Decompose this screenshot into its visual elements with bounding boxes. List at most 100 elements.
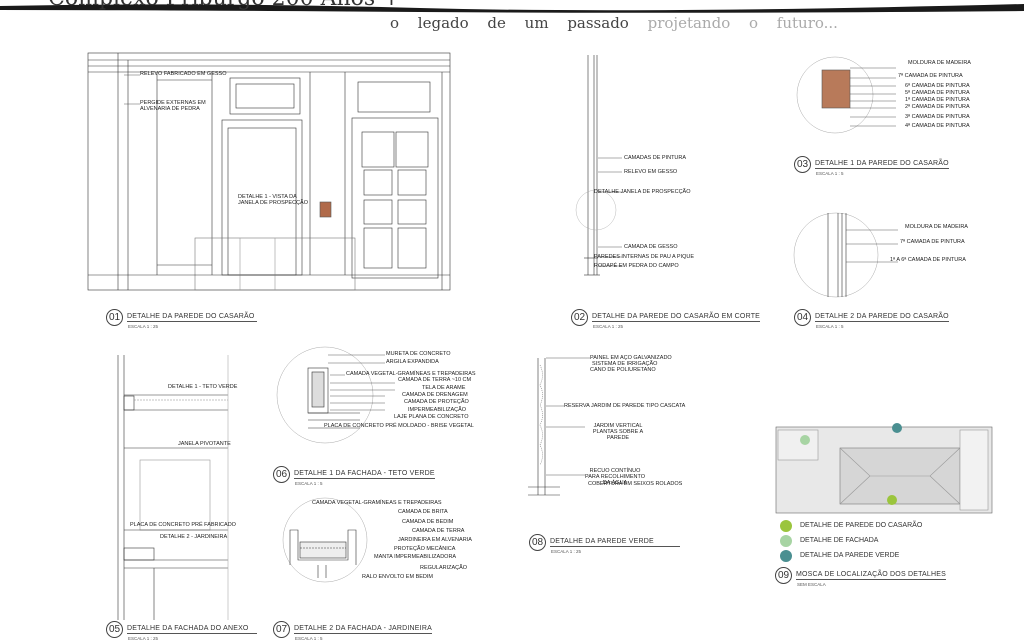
label: CANO DE POLIURETANO	[590, 367, 656, 373]
label: CAMADA VEGETAL-GRAMÍNEAS E TREPADEIRAS	[312, 500, 442, 506]
detail-number: 07	[273, 621, 290, 639]
detail-scale: ESCALA 1 : 5	[295, 481, 323, 486]
label: PLACA DE CONCRETO PRÉ MOLDADO - BRISE VE…	[324, 423, 474, 429]
detail-08-green-wall	[528, 357, 590, 496]
plan-marker-casarao	[887, 495, 897, 505]
detail-02-section	[575, 55, 622, 276]
label: RESERVA JARDIM DE PAREDE TIPO CASCATA	[564, 403, 686, 409]
detail-scale: SEM ESCALA	[797, 582, 826, 587]
label: DETALHE 1 - TETO VERDE	[168, 384, 238, 390]
legend-label: DETALHE DA PAREDE VERDE	[800, 552, 900, 559]
label: JANELA PIVOTANTE	[178, 441, 231, 447]
plan-marker-facade	[800, 435, 810, 445]
label: DETALHE 2 - JARDINEIRA	[160, 534, 228, 540]
detail-title: DETALHE DA PAREDE VERDE	[550, 538, 680, 548]
label: ARGILA EXPANDIDA	[386, 359, 439, 365]
legend-label: DETALHE DE PAREDE DO CASARÃO	[800, 522, 923, 529]
caption-detail-05: 05 DETALHE DA FACHADA DO ANEXO ESCALA 1 :…	[106, 621, 257, 641]
detail-title: MOSCA DE LOCALIZAÇÃO DOS DETALHES	[796, 571, 947, 581]
label: 1ª A 6ª CAMADA DE PINTURA	[890, 257, 966, 263]
detail-number: 09	[775, 567, 792, 585]
detail-05-section	[117, 355, 229, 620]
detail-number: 03	[794, 156, 811, 174]
detail-title: DETALHE 2 DA PAREDE DO CASARÃO	[815, 313, 949, 323]
caption-detail-09: 09 MOSCA DE LOCALIZAÇÃO DOS DETALHES SEM …	[775, 567, 947, 587]
detail-title: DETALHE 1 DA FACHADA - TETO VERDE	[294, 470, 435, 480]
detail-03-circle	[796, 56, 896, 134]
caption-detail-02: 02 DETALHE DA PAREDE DO CASARÃO EM CORTE …	[571, 309, 761, 329]
label: 2ª CAMADA DE PINTURA	[905, 104, 970, 110]
label: 4ª CAMADA DE PINTURA	[905, 123, 970, 129]
label: RODAPÉ EM PEDRA DO CAMPO	[594, 263, 679, 269]
legend-item: DETALHE DA PAREDE VERDE	[780, 548, 922, 563]
detail-scale: ESCALA 1 : 25	[128, 324, 159, 329]
detail-scale: ESCALA 1 : 25	[551, 549, 582, 554]
label: 1ª CAMADA DE PINTURA	[905, 97, 970, 103]
label: CAMADA DE BEDIM	[402, 519, 454, 525]
detail-number: 05	[106, 621, 123, 639]
detail-07-planter	[282, 497, 368, 583]
detail-number: 06	[273, 466, 290, 484]
label: RALO ENVOLTO EM BEDIM	[362, 574, 434, 580]
label: DETALHE 1 - VISTA DA JANELA DE PROSPECÇÃ…	[238, 194, 308, 206]
detail-scale: ESCALA 1 : 25	[593, 324, 624, 329]
detail-title: DETALHE DA PAREDE DO CASARÃO	[127, 313, 257, 323]
caption-detail-01: 01 DETALHE DA PAREDE DO CASARÃO ESCALA 1 …	[106, 309, 257, 329]
label: 5ª CAMADA DE PINTURA	[905, 90, 970, 96]
caption-detail-06: 06 DETALHE 1 DA FACHADA - TETO VERDE ESCA…	[273, 466, 435, 486]
caption-detail-04: 04 DETALHE 2 DA PAREDE DO CASARÃO ESCALA …	[794, 309, 949, 329]
label: MOLDURA DE MADEIRA	[905, 224, 968, 230]
detail-scale: ESCALA 1 : 5	[816, 324, 844, 329]
label: CAMADA DE DRENAGEM	[402, 392, 468, 398]
label: DETALHE JANELA DE PROSPECÇÃO	[594, 189, 691, 195]
label: 3ª CAMADA DE PINTURA	[905, 114, 970, 120]
detail-title: DETALHE 1 DA PAREDE DO CASARÃO	[815, 160, 949, 170]
detail-scale: ESCALA 1 : 25	[128, 636, 159, 641]
caption-detail-08: 08 DETALHE DA PAREDE VERDE ESCALA 1 : 25	[529, 534, 680, 554]
legend-dot	[780, 534, 792, 547]
label: REGULARIZAÇÃO	[420, 565, 468, 571]
label: CAMADA DE TERRA	[412, 528, 465, 534]
location-legend: DETALHE DE PAREDE DO CASARÃO DETALHE DE …	[780, 518, 922, 563]
label: CAMADA DE BRITA	[398, 509, 448, 515]
detail-number: 02	[571, 309, 588, 327]
detail-number: 08	[529, 534, 546, 552]
legend-item: DETALHE DE FACHADA	[780, 533, 922, 548]
label: 6ª CAMADA DE PINTURA	[905, 83, 970, 89]
legend-label: DETALHE DE FACHADA	[800, 537, 879, 544]
detail-scale: ESCALA 1 : 5	[816, 171, 844, 176]
label: PERGIDE EXTERNAS EM ALVENARIA DE PEDRA	[140, 100, 206, 112]
prospection-window-photo	[319, 201, 332, 218]
label: CAMADA DE TERRA ~10 CM	[398, 377, 472, 383]
detail-title: DETALHE DA PAREDE DO CASARÃO EM CORTE	[592, 313, 761, 323]
label: 7ª CAMADA DE PINTURA	[900, 239, 965, 245]
caption-detail-07: 07 DETALHE 2 DA FACHADA - JARDINEIRA ESCA…	[273, 621, 432, 641]
label: CAMADA DE GESSO	[624, 244, 678, 250]
label: LAJE PLANA DE CONCRETO	[394, 414, 469, 420]
label: MURETA DE CONCRETO	[386, 351, 451, 357]
label: PLACA DE CONCRETO PRÉ FABRICADO	[130, 522, 236, 528]
label: CAMADAS DE PINTURA	[624, 155, 687, 161]
label: JARDIM VERTICAL PLANTAS SOBRE A PAREDE	[592, 423, 644, 441]
detail-01-elevation	[87, 52, 451, 291]
label: TELA DE ARAME	[422, 385, 466, 391]
label: IMPERMEABILIZAÇÃO	[408, 407, 467, 413]
detail-04-circle	[793, 212, 898, 298]
legend-dot	[780, 519, 792, 532]
detail-title: DETALHE 2 DA FACHADA - JARDINEIRA	[294, 625, 432, 635]
label: RELEVO EM GESSO	[624, 169, 678, 175]
label: PAREDES INTERNAS DE PAU A PIQUE	[594, 254, 695, 260]
label: MANTA IMPERMEABILIZADORA	[374, 554, 457, 560]
label: CAMADA DE PROTEÇÃO	[404, 399, 469, 405]
label: 7ª CAMADA DE PINTURA	[898, 73, 963, 79]
legend-dot	[780, 549, 792, 562]
label: MOLDURA DE MADEIRA	[908, 60, 971, 66]
detail-number: 01	[106, 309, 123, 327]
label: JARDINEIRA EM ALVENARIA	[398, 537, 472, 543]
detail-title: DETALHE DA FACHADA DO ANEXO	[127, 625, 257, 635]
detail-number: 04	[794, 309, 811, 327]
label: PROTEÇÃO MECÂNICA	[394, 546, 456, 552]
label: RELEVO FABRICADO EM GESSO	[140, 71, 227, 77]
legend-item: DETALHE DE PAREDE DO CASARÃO	[780, 518, 922, 533]
caption-detail-03: 03 DETALHE 1 DA PAREDE DO CASARÃO ESCALA …	[794, 156, 949, 176]
